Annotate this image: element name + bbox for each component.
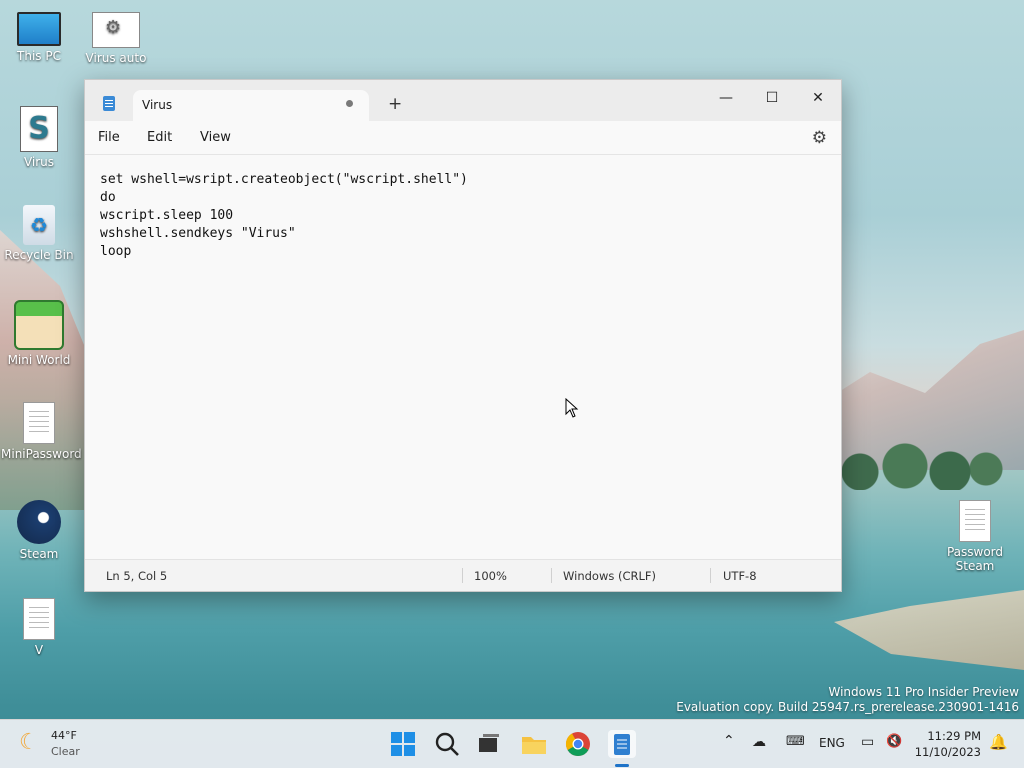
cursor-position: Ln 5, Col 5: [106, 569, 168, 583]
moon-icon: ☾: [19, 730, 39, 755]
desktop-icon-minipassword[interactable]: MiniPassword: [1, 402, 82, 461]
status-divider: [710, 568, 711, 583]
gear-icon[interactable]: ⚙: [812, 128, 827, 148]
watermark-line: Windows 11 Pro Insider Preview: [828, 685, 1019, 699]
steam-icon: [17, 500, 61, 544]
network-icon[interactable]: ▭: [861, 734, 874, 750]
mouse-pointer-icon: [565, 398, 579, 418]
desktop-icon-this-pc[interactable]: This PC: [1, 12, 77, 63]
start-button[interactable]: [389, 730, 417, 758]
volume-muted-icon[interactable]: 🔇: [886, 734, 902, 749]
desktop-icon-v[interactable]: V: [1, 598, 77, 657]
notepad-window: Virus + — ☐ ✕ File Edit View ⚙ set wshel…: [84, 79, 842, 592]
folder-icon: [522, 737, 546, 754]
taskbar: ☾ 44°F Clear ⌃ ☁ ⌨ ENG ▭ 🔇 11:29 PM 11/1…: [0, 719, 1024, 768]
weather-widget[interactable]: ☾ 44°F Clear: [0, 720, 110, 768]
new-tab-button[interactable]: +: [388, 94, 402, 114]
search-icon: [435, 732, 459, 756]
task-view-icon: [479, 734, 499, 752]
mini-world-icon: [14, 300, 64, 350]
status-bar: Ln 5, Col 5 100% Windows (CRLF) UTF-8: [85, 559, 841, 591]
desktop-icon-mini-world[interactable]: Mini World: [1, 300, 77, 367]
tab-virus[interactable]: Virus: [133, 90, 369, 121]
tab-title: Virus: [142, 98, 173, 112]
clock[interactable]: 11:29 PM 11/10/2023: [915, 728, 981, 760]
desktop-icon-steam[interactable]: Steam: [1, 500, 77, 561]
desktop-icon-label: Password Steam: [946, 545, 1004, 573]
show-hidden-icons-chevron-up-icon[interactable]: ⌃: [723, 733, 735, 749]
weather-temp: 44°F: [51, 729, 77, 742]
windows-logo-icon: [391, 732, 415, 756]
clock-time: 11:29 PM: [927, 729, 981, 743]
text-file-icon: [959, 500, 991, 542]
desktop-icon-label: Recycle Bin: [4, 248, 74, 262]
chrome-icon: [565, 732, 590, 757]
desktop-icon-password-steam[interactable]: Password Steam: [936, 500, 1014, 573]
menu-bar: File Edit View ⚙: [85, 121, 841, 155]
notepad-icon: [103, 96, 115, 111]
desktop-icon-label: Mini World: [7, 353, 71, 367]
editor-line: loop: [100, 244, 132, 259]
status-divider: [551, 568, 552, 583]
minimize-button[interactable]: —: [703, 85, 749, 111]
close-button[interactable]: ✕: [795, 85, 841, 111]
desktop-icon-label: MiniPassword: [1, 447, 82, 461]
file-explorer-button[interactable]: [520, 730, 548, 758]
editor-line: wshshell.sendkeys "Virus": [100, 226, 296, 241]
desktop-icon-virus[interactable]: S Virus: [1, 106, 77, 169]
line-ending[interactable]: Windows (CRLF): [563, 569, 656, 583]
editor-line: do: [100, 190, 116, 205]
wallpaper-grass: [834, 590, 1024, 670]
desktop-icon-label: Virus auto: [85, 51, 147, 65]
menu-view[interactable]: View: [200, 130, 231, 145]
desktop-icon-recycle-bin[interactable]: ♻ Recycle Bin: [1, 205, 77, 262]
notification-bell-icon[interactable]: 🔔: [989, 733, 1008, 751]
language-indicator[interactable]: ENG: [819, 736, 845, 750]
desktop-icon-label: Virus: [23, 155, 55, 169]
desktop-icon-label: V: [34, 643, 44, 657]
encoding[interactable]: UTF-8: [723, 569, 757, 583]
notepad-icon: [614, 734, 630, 755]
notepad-taskbar-button[interactable]: [608, 730, 636, 758]
menu-file[interactable]: File: [98, 130, 120, 145]
zoom-level[interactable]: 100%: [474, 569, 507, 583]
menu-edit[interactable]: Edit: [147, 130, 172, 145]
text-file-icon: [23, 402, 55, 444]
monitor-icon: [17, 12, 61, 46]
unsaved-dot-icon[interactable]: [346, 100, 353, 107]
text-editor[interactable]: set wshell=wsript.createobject("wscript.…: [85, 155, 841, 560]
watermark-line: Evaluation copy. Build 25947.rs_prerelea…: [676, 700, 1019, 714]
active-app-indicator: [615, 764, 629, 767]
search-button[interactable]: [433, 730, 461, 758]
editor-line: wscript.sleep 100: [100, 208, 234, 223]
chrome-button[interactable]: [564, 730, 592, 758]
recycle-bin-icon: ♻: [23, 205, 55, 245]
title-bar[interactable]: Virus + — ☐ ✕: [85, 80, 841, 121]
onedrive-sync-off-icon[interactable]: ☁: [752, 734, 766, 750]
settings-file-icon: ⚙: [92, 12, 140, 48]
weather-condition: Clear: [51, 745, 80, 758]
status-divider: [462, 568, 463, 583]
task-view-button[interactable]: [475, 730, 503, 758]
wallpaper-trees: [824, 430, 1004, 490]
desktop-icon-label: This PC: [17, 49, 61, 63]
maximize-button[interactable]: ☐: [749, 85, 795, 111]
script-file-icon: S: [20, 106, 58, 152]
editor-line: set wshell=wsript.createobject("wscript.…: [100, 172, 468, 187]
text-file-icon: [23, 598, 55, 640]
desktop-icon-virus-auto[interactable]: ⚙ Virus auto: [78, 12, 154, 65]
clock-date: 11/10/2023: [914, 745, 981, 759]
keyboard-icon[interactable]: ⌨: [786, 734, 805, 749]
desktop-icon-label: Steam: [19, 547, 59, 561]
build-watermark: Windows 11 Pro Insider Preview Evaluatio…: [676, 685, 1019, 715]
